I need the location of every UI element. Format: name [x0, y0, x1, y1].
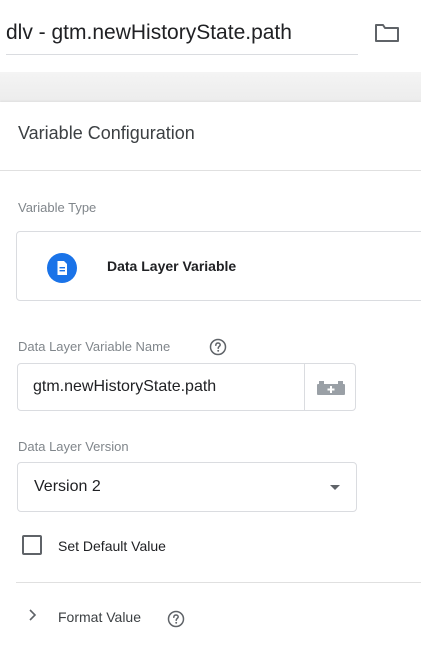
- divider: [16, 582, 421, 583]
- variable-type-label: Variable Type: [18, 200, 97, 215]
- version-select[interactable]: Version 2: [17, 462, 357, 512]
- format-value-toggle[interactable]: Format Value: [58, 609, 141, 625]
- divider: [0, 170, 421, 171]
- folder-icon[interactable]: [374, 21, 400, 43]
- header-separator: [0, 72, 421, 103]
- help-icon[interactable]: [167, 610, 185, 628]
- document-icon: [47, 253, 77, 283]
- dlv-name-value[interactable]: gtm.newHistoryState.path: [33, 378, 216, 396]
- variable-type-name: Data Layer Variable: [107, 258, 237, 274]
- default-value-label[interactable]: Set Default Value: [58, 538, 166, 554]
- default-value-checkbox[interactable]: [22, 535, 42, 555]
- help-icon[interactable]: [209, 338, 227, 356]
- dlv-name-input[interactable]: gtm.newHistoryState.path: [17, 363, 356, 411]
- variable-configuration-panel: Variable Configuration Variable Type Dat…: [0, 102, 421, 652]
- variable-name-title[interactable]: dlv - gtm.newHistoryState.path: [6, 18, 358, 55]
- dropdown-arrow-icon: [330, 485, 340, 490]
- version-value: Version 2: [34, 478, 101, 495]
- header: dlv - gtm.newHistoryState.path: [0, 0, 421, 72]
- version-label: Data Layer Version: [18, 439, 129, 454]
- dlv-name-label: Data Layer Variable Name: [18, 339, 171, 354]
- panel-title: Variable Configuration: [18, 123, 195, 143]
- variable-type-card[interactable]: Data Layer Variable: [16, 231, 421, 301]
- brick-icon[interactable]: [316, 377, 346, 397]
- chevron-right-icon[interactable]: [26, 608, 38, 622]
- input-separator: [304, 364, 305, 410]
